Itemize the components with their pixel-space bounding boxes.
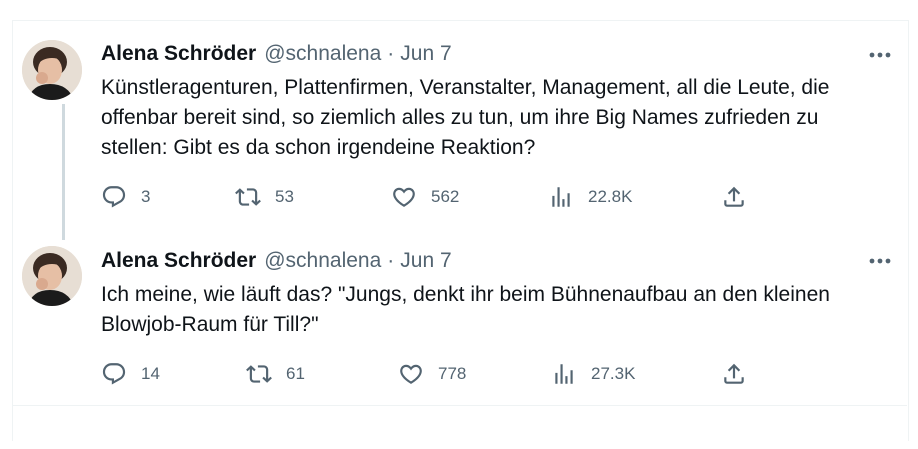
separator-dot: · <box>387 42 395 65</box>
tweet-actions: 3 53 562 22.8K <box>101 182 761 212</box>
reply-count: 3 <box>141 187 151 206</box>
share-button[interactable] <box>721 359 747 389</box>
tweet-text: Ich meine, wie läuft das? "Jungs, denkt … <box>101 283 830 336</box>
tweet-header: Alena Schröder @schnalena · Jun 7 <box>101 41 452 67</box>
tweet-text: Künstleragenturen, Plattenfirmen, Verans… <box>101 76 830 159</box>
timeline-divider <box>12 405 907 406</box>
heart-icon <box>400 364 422 384</box>
retweet-icon <box>235 188 261 206</box>
reply-count: 14 <box>141 364 160 383</box>
retweet-count: 61 <box>286 364 305 383</box>
views-count: 22.8K <box>588 187 633 206</box>
views-icon <box>552 187 570 207</box>
more-icon <box>869 52 891 58</box>
like-button[interactable]: 562 <box>391 182 459 212</box>
views-button[interactable]: 22.8K <box>548 182 632 212</box>
like-count: 562 <box>431 187 460 206</box>
share-icon <box>724 186 744 207</box>
more-options-button[interactable] <box>868 43 892 67</box>
like-button[interactable]: 778 <box>398 359 466 389</box>
retweet-button[interactable]: 53 <box>235 182 294 212</box>
avatar[interactable] <box>22 246 82 306</box>
tweet-header: Alena Schröder @schnalena · Jun 7 <box>101 248 452 274</box>
reply-button[interactable]: 14 <box>101 359 160 389</box>
author-name[interactable]: Alena Schröder <box>101 249 256 273</box>
reply-icon <box>102 363 126 385</box>
retweet-button[interactable]: 61 <box>246 359 305 389</box>
tweet-actions: 14 61 778 27.3K <box>101 359 761 389</box>
avatar-image <box>22 40 82 100</box>
heart-icon <box>393 187 415 207</box>
author-name[interactable]: Alena Schröder <box>101 42 256 66</box>
views-count: 27.3K <box>591 364 636 383</box>
share-icon <box>724 363 744 384</box>
retweet-icon <box>246 365 272 383</box>
author-handle[interactable]: @schnalena <box>264 42 381 66</box>
views-button[interactable]: 27.3K <box>551 359 635 389</box>
like-count: 778 <box>438 364 467 383</box>
separator-dot: · <box>387 249 395 272</box>
retweet-count: 53 <box>275 187 294 206</box>
reply-icon <box>102 186 126 208</box>
more-icon <box>869 258 891 264</box>
reply-button[interactable]: 3 <box>101 182 150 212</box>
tweet-date[interactable]: Jun 7 <box>400 42 451 66</box>
thread-connector-line <box>62 104 65 240</box>
author-handle[interactable]: @schnalena <box>264 249 381 273</box>
avatar-image <box>22 246 82 306</box>
share-button[interactable] <box>721 182 747 212</box>
more-options-button[interactable] <box>868 249 892 273</box>
views-icon <box>555 364 573 384</box>
avatar[interactable] <box>22 40 82 100</box>
tweet-date[interactable]: Jun 7 <box>400 249 451 273</box>
